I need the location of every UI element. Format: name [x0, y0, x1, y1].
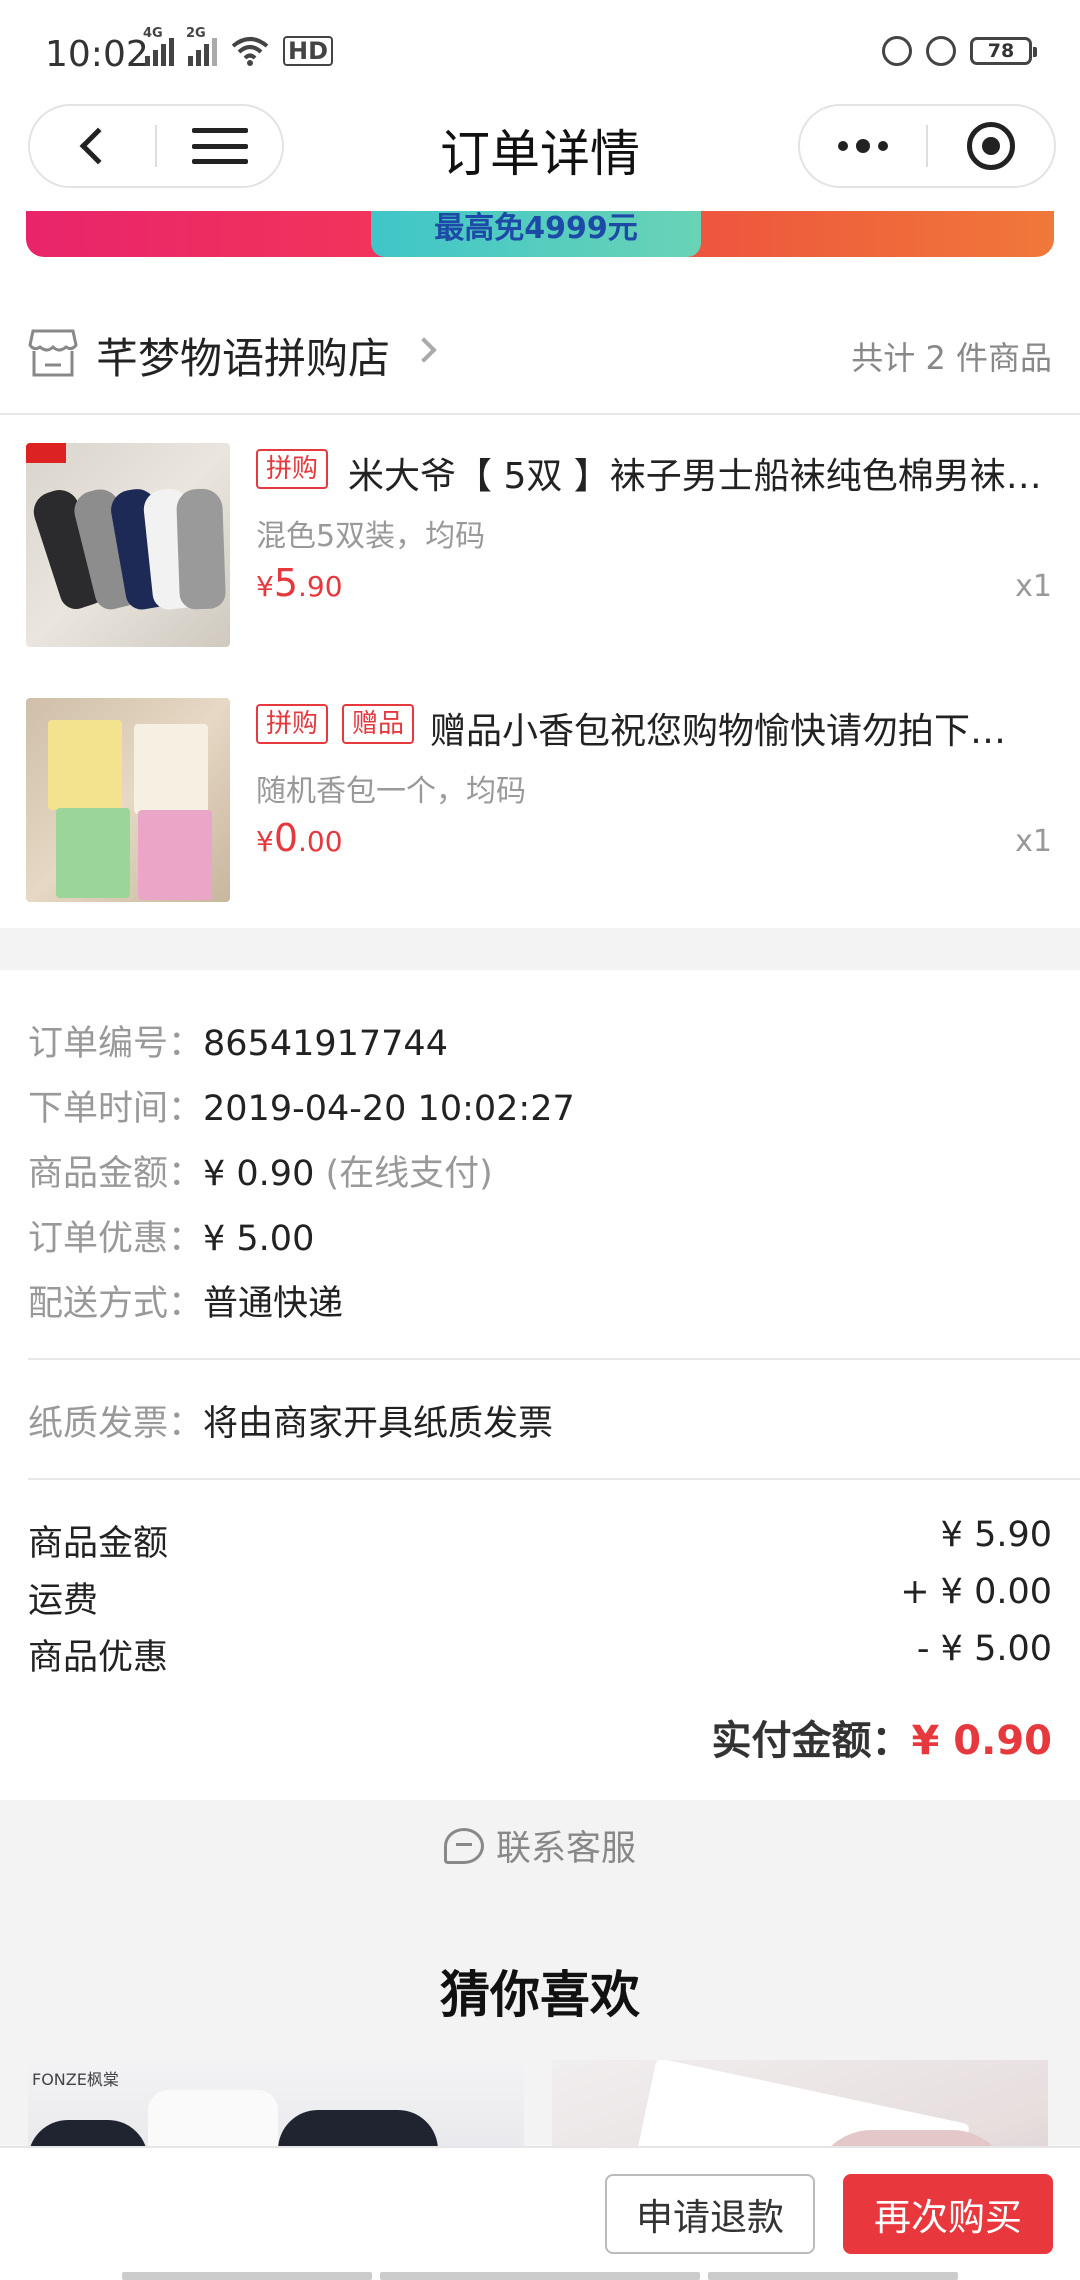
- contact-service-label: 联系客服: [495, 1829, 636, 1869]
- banner-text: 最高免4999元: [371, 211, 701, 257]
- chevron-right-icon: [411, 337, 437, 363]
- chat-bubble-icon: [443, 1827, 484, 1864]
- store-icon: [28, 329, 78, 377]
- battery-icon: 78: [970, 37, 1037, 65]
- product-title: 赠品小香包祝您购物愉快请勿拍下…: [430, 711, 1007, 752]
- product-spec: 随机香包一个，均码: [256, 774, 526, 809]
- alarm-icon: [926, 36, 956, 66]
- lock-rotation-icon: [882, 36, 912, 66]
- store-name: 芊梦物语拼购店: [96, 334, 391, 383]
- tag-pingou: 拼购: [256, 449, 329, 489]
- close-miniapp-button[interactable]: [928, 106, 1054, 186]
- more-dots-icon: [838, 139, 888, 153]
- product-price: ¥5.90: [256, 561, 343, 605]
- banner-area: 最高免4999元: [0, 205, 1080, 293]
- order-number[interactable]: 86541917744: [203, 1024, 448, 1064]
- store-header[interactable]: 芊梦物语拼购店 共计 2 件商品: [0, 293, 1080, 415]
- more-button[interactable]: [800, 106, 926, 186]
- product-title: 米大爷【 5双 】袜子男士船袜纯色棉男袜…: [348, 456, 1042, 497]
- product-image: [26, 443, 230, 647]
- wifi-icon: [231, 37, 269, 66]
- target-icon: [967, 122, 1015, 170]
- product-price: ¥0.00: [256, 816, 343, 860]
- summary-freight-row: 运费 + ¥ 0.00: [28, 1572, 1052, 1621]
- rebuy-button[interactable]: 再次购买: [843, 2174, 1053, 2254]
- order-discount-row: 订单优惠：¥ 5.00: [28, 1219, 315, 1259]
- invoice-row: 纸质发票：将由商家开具纸质发票: [28, 1404, 554, 1444]
- order-time-row: 下单时间：2019-04-20 10:02:27: [28, 1089, 575, 1129]
- paid-amount: 实付金额：¥ 0.90: [711, 1718, 1052, 1764]
- product-item[interactable]: 拼购 米大爷【 5双 】袜子男士船袜纯色棉男袜… 混色5双装，均码 ¥5.90 …: [0, 443, 1080, 653]
- product-item[interactable]: 拼购 赠品 赠品小香包祝您购物愉快请勿拍下… 随机香包一个，均码 ¥0.00 x…: [0, 698, 1080, 908]
- promo-banner[interactable]: 最高免4999元: [26, 211, 1054, 257]
- title-bar: 订单详情: [0, 100, 1080, 205]
- nav-indicator: [0, 2272, 1080, 2280]
- refund-button[interactable]: 申请退款: [605, 2174, 815, 2254]
- store-card: 芊梦物语拼购店 共计 2 件商品 拼购 米大爷【 5双 】袜子男士船袜纯色棉男袜…: [0, 293, 1080, 928]
- order-number-row: 订单编号：86541917744: [28, 1024, 448, 1064]
- summary-goods-row: 商品金额 ¥ 5.90: [28, 1515, 1052, 1564]
- hd-icon: HD: [283, 36, 334, 66]
- product-tags: 拼购 赠品: [256, 704, 415, 744]
- signal-icon: 2G: [186, 26, 217, 66]
- order-info-card: 订单编号：86541917744 下单时间：2019-04-20 10:02:2…: [0, 970, 1080, 1800]
- goods-amount-row: 商品金额：¥ 0.90 (在线支付): [28, 1154, 493, 1194]
- brand-logo: FONZE枫棠: [32, 2070, 119, 2089]
- status-bar: 10:02 4G 2G HD 78: [0, 0, 1080, 100]
- product-qty: x1: [1015, 824, 1052, 859]
- tag-gift: 赠品: [342, 704, 415, 744]
- tag-pingou: 拼购: [256, 704, 329, 744]
- shipping-row: 配送方式：普通快递: [28, 1284, 344, 1324]
- item-count: 共计 2 件商品: [851, 339, 1052, 377]
- product-spec: 混色5双装，均码: [256, 519, 486, 554]
- recommend-title: 猜你喜欢: [440, 1966, 640, 2024]
- miniapp-capsule: [798, 104, 1056, 188]
- contact-service-button[interactable]: 联系客服: [0, 1820, 1080, 1871]
- summary-promo-row: 商品优惠 - ¥ 5.00: [28, 1629, 1052, 1678]
- product-qty: x1: [1015, 569, 1052, 604]
- bottom-action-bar: 申请退款 再次购买: [0, 2146, 1080, 2280]
- product-image: [26, 698, 230, 902]
- signal-icon: 4G: [143, 26, 174, 66]
- network-indicators: 4G 2G HD: [143, 26, 334, 66]
- product-tags: 拼购: [256, 449, 329, 489]
- status-time: 10:02: [45, 34, 149, 75]
